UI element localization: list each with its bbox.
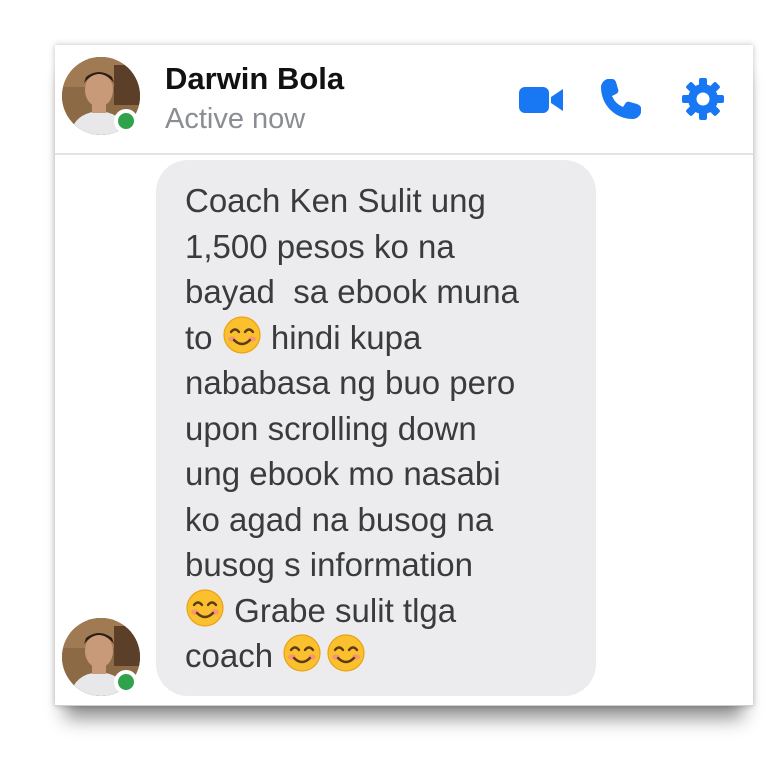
message-text: coach bbox=[185, 637, 283, 674]
message-text: bayad sa ebook muna bbox=[185, 273, 519, 310]
gear-icon[interactable] bbox=[679, 75, 727, 123]
message-text: ung ebook mo nasabi bbox=[185, 455, 501, 492]
smiling-face-with-smiling-eyes-icon bbox=[223, 315, 261, 354]
video-camera-icon[interactable] bbox=[517, 75, 565, 123]
smiling-face-with-smiling-eyes-icon bbox=[327, 634, 365, 672]
messenger-chat-card: Darwin Bola Active now Coach Ken Sulit u… bbox=[55, 45, 753, 706]
message-line: Grabe sulit tlga bbox=[185, 588, 576, 634]
message-line: busog s information bbox=[185, 542, 576, 588]
phone-icon[interactable] bbox=[597, 75, 645, 123]
message-line: bayad sa ebook muna bbox=[185, 269, 576, 315]
message-text: to bbox=[185, 318, 222, 356]
smiling-face-with-smiling-eyes-icon bbox=[186, 588, 224, 627]
message-text: busog s information bbox=[185, 546, 473, 583]
presence-indicator bbox=[114, 109, 138, 133]
message-line: 1,500 pesos ko na bbox=[185, 224, 576, 270]
message-line: ko agad na busog na bbox=[185, 497, 576, 543]
message-line: coach bbox=[185, 633, 576, 679]
message-line: ung ebook mo nasabi bbox=[185, 451, 576, 497]
message-text: upon scrolling down bbox=[185, 409, 477, 447]
presence-indicator bbox=[114, 670, 138, 694]
message-text: Grabe sulit tlga bbox=[225, 591, 457, 629]
contact-name[interactable]: Darwin Bola bbox=[165, 61, 344, 97]
message-line: nababasa ng buo pero bbox=[185, 360, 576, 406]
message-line: to hindi kupa bbox=[185, 315, 576, 361]
chat-header: Darwin Bola Active now bbox=[55, 45, 753, 155]
message-text: Coach Ken Sulit ung bbox=[185, 182, 486, 219]
message-text: ko agad na busog na bbox=[185, 500, 494, 538]
message-text: nababasa ng buo pero bbox=[185, 364, 516, 401]
message-line: Coach Ken Sulit ung bbox=[185, 178, 576, 224]
smiling-face-with-smiling-eyes-icon bbox=[283, 634, 321, 672]
message-line: upon scrolling down bbox=[185, 406, 576, 452]
contact-status: Active now bbox=[165, 103, 306, 135]
screenshot-stage: Darwin Bola Active now Coach Ken Sulit u… bbox=[0, 0, 770, 778]
message-bubble[interactable]: Coach Ken Sulit ung 1,500 pesos ko na baya… bbox=[156, 160, 596, 696]
message-text: hindi kupa bbox=[261, 318, 422, 356]
message-text: 1,500 pesos ko na bbox=[185, 227, 455, 265]
